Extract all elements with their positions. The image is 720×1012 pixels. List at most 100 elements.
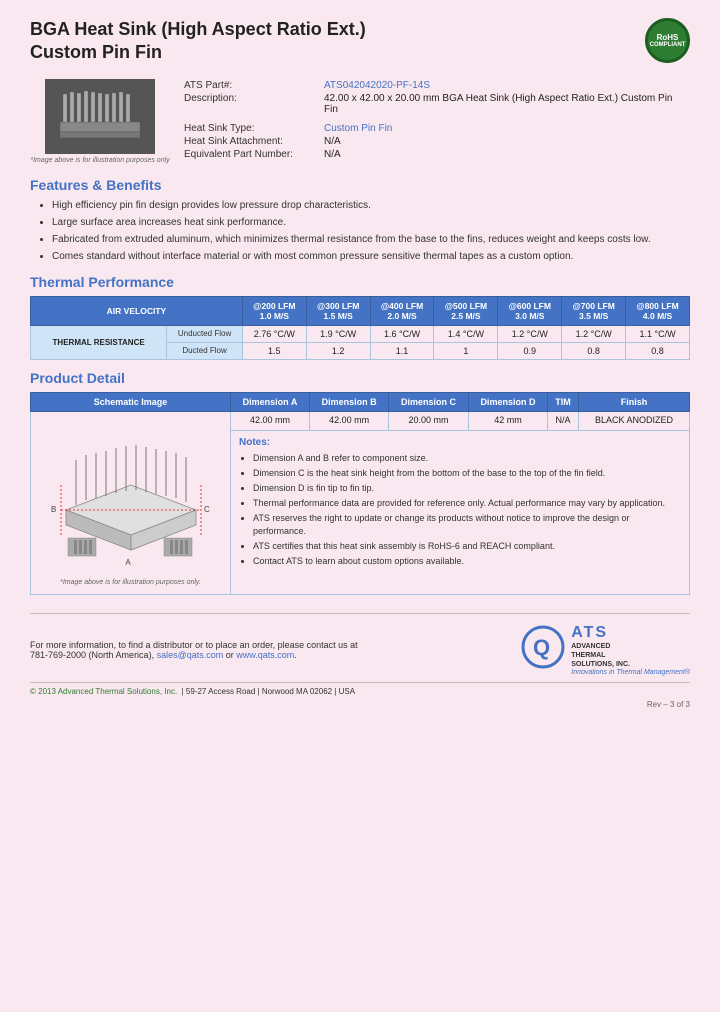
note-item: Dimension A and B refer to component siz… xyxy=(253,452,681,464)
col-dim-d: Dimension D xyxy=(468,392,547,411)
col-800: @800 LFM4.0 M/S xyxy=(626,296,690,325)
tim-value: N/A xyxy=(548,411,579,430)
col-500: @500 LFM2.5 M/S xyxy=(434,296,498,325)
col-dim-b: Dimension B xyxy=(309,392,388,411)
ducted-v1: 1.5 xyxy=(242,342,306,359)
ducted-v7: 0.8 xyxy=(626,342,690,359)
note-item: Dimension D is fin tip to fin tip. xyxy=(253,482,681,494)
footer-contact: For more information, to find a distribu… xyxy=(30,640,358,660)
col-300: @300 LFM1.5 M/S xyxy=(306,296,370,325)
dim-d-value: 42 mm xyxy=(468,411,547,430)
footer-bottom: © 2013 Advanced Thermal Solutions, Inc. … xyxy=(30,682,690,696)
features-list: High efficiency pin fin design provides … xyxy=(30,199,690,264)
equiv-label: Equivalent Part Number: xyxy=(180,148,320,161)
col-400: @400 LFM2.0 M/S xyxy=(370,296,434,325)
unducted-v2: 1.9 °C/W xyxy=(306,325,370,342)
footer-copyright: © 2013 Advanced Thermal Solutions, Inc. xyxy=(30,687,177,696)
col-600: @600 LFM3.0 M/S xyxy=(498,296,562,325)
footer-email-link[interactable]: sales@qats.com xyxy=(157,650,224,660)
svg-text:B: B xyxy=(51,505,56,514)
ats-text-block: ATS ADVANCEDTHERMALSOLUTIONS, INC. Innov… xyxy=(571,624,690,676)
spec-table: ATS Part#: ATS042042020-PF-14S Descripti… xyxy=(180,79,690,161)
col-200: @200 LFM1.0 M/S xyxy=(242,296,306,325)
col-dim-c: Dimension C xyxy=(389,392,468,411)
schematic-svg: A B C xyxy=(46,420,216,575)
schematic-cell: A B C *Image above is for illustration p… xyxy=(31,411,231,594)
dim-b-value: 42.00 mm xyxy=(309,411,388,430)
col-tim: TIM xyxy=(548,392,579,411)
thermal-table: AIR VELOCITY @200 LFM1.0 M/S @300 LFM1.5… xyxy=(30,296,690,360)
col-schematic: Schematic Image xyxy=(31,392,231,411)
equiv-value: N/A xyxy=(320,148,690,161)
ducted-v5: 0.9 xyxy=(498,342,562,359)
feature-item: Fabricated from extruded aluminum, which… xyxy=(52,233,690,247)
attach-label: Heat Sink Attachment: xyxy=(180,135,320,148)
unducted-v5: 1.2 °C/W xyxy=(498,325,562,342)
ducted-v6: 0.8 xyxy=(562,342,626,359)
image-caption: *Image above is for illustration purpose… xyxy=(30,157,169,164)
feature-item: Comes standard without interface materia… xyxy=(52,250,690,264)
ducted-v3: 1.1 xyxy=(370,342,434,359)
specs-area: ATS Part#: ATS042042020-PF-14S Descripti… xyxy=(170,79,690,167)
heatsink-illustration xyxy=(50,84,150,149)
ats-logo: Q ATS ADVANCEDTHERMALSOLUTIONS, INC. Inn… xyxy=(521,624,690,676)
thermal-resistance-label: THERMAL RESISTANCE xyxy=(31,325,167,359)
schematic-caption: *Image above is for illustration purpose… xyxy=(39,579,222,586)
ats-q-letter: Q xyxy=(521,625,565,675)
svg-text:A: A xyxy=(125,558,131,567)
product-image xyxy=(45,79,155,154)
notes-title: Notes: xyxy=(239,437,681,448)
note-item: ATS certifies that this heat sink assemb… xyxy=(253,540,681,552)
footer-website-link[interactable]: www.qats.com xyxy=(236,650,294,660)
col-finish: Finish xyxy=(578,392,689,411)
col-700: @700 LFM3.5 M/S xyxy=(562,296,626,325)
ats-full-name: ADVANCEDTHERMALSOLUTIONS, INC. xyxy=(571,642,690,669)
page-number: Rev – 3 of 3 xyxy=(30,700,690,709)
unducted-v3: 1.6 °C/W xyxy=(370,325,434,342)
note-item: Contact ATS to learn about custom option… xyxy=(253,555,681,567)
header-row: *Image above is for illustration purpose… xyxy=(30,79,690,167)
ducted-v4: 1 xyxy=(434,342,498,359)
attach-value: N/A xyxy=(320,135,690,148)
note-item: Thermal performance data are provided fo… xyxy=(253,497,681,509)
part-value: ATS042042020-PF-14S xyxy=(320,79,690,92)
ducted-v2: 1.2 xyxy=(306,342,370,359)
notes-cell: Notes: Dimension A and B refer to compon… xyxy=(231,430,690,594)
unducted-v1: 2.76 °C/W xyxy=(242,325,306,342)
rohs-badge: RoHS COMPLIANT xyxy=(645,18,690,63)
type-value: Custom Pin Fin xyxy=(320,122,690,135)
unducted-v6: 1.2 °C/W xyxy=(562,325,626,342)
ats-tagline: Innovations in Thermal Management® xyxy=(571,669,690,676)
unducted-label: Unducted Flow xyxy=(167,325,243,342)
product-detail-heading: Product Detail xyxy=(30,370,690,386)
footer-divider xyxy=(30,613,690,614)
note-item: Dimension C is the heat sink height from… xyxy=(253,467,681,479)
unducted-v7: 1.1 °C/W xyxy=(626,325,690,342)
product-image-area: *Image above is for illustration purpose… xyxy=(30,79,170,164)
feature-item: Large surface area increases heat sink p… xyxy=(52,216,690,230)
finish-value: BLACK ANODIZED xyxy=(578,411,689,430)
features-heading: Features & Benefits xyxy=(30,177,690,193)
dim-c-value: 20.00 mm xyxy=(389,411,468,430)
desc-label: Description: xyxy=(180,92,320,116)
note-item: ATS reserves the right to update or chan… xyxy=(253,512,681,536)
thermal-heading: Thermal Performance xyxy=(30,274,690,290)
page-title: BGA Heat Sink (High Aspect Ratio Ext.) C… xyxy=(30,18,366,65)
col-dim-a: Dimension A xyxy=(231,392,310,411)
feature-item: High efficiency pin fin design provides … xyxy=(52,199,690,213)
desc-value: 42.00 x 42.00 x 20.00 mm BGA Heat Sink (… xyxy=(320,92,690,116)
type-label: Heat Sink Type: xyxy=(180,122,320,135)
footer-left: For more information, to find a distribu… xyxy=(30,640,358,660)
svg-text:Q: Q xyxy=(533,635,550,660)
ats-name: ATS xyxy=(571,624,690,642)
detail-table: Schematic Image Dimension A Dimension B … xyxy=(30,392,690,595)
footer-area: For more information, to find a distribu… xyxy=(30,624,690,676)
ducted-label: Ducted Flow xyxy=(167,342,243,359)
ats-q-svg: Q xyxy=(521,625,565,669)
air-velocity-header: AIR VELOCITY xyxy=(31,296,243,325)
part-label: ATS Part#: xyxy=(180,79,320,92)
svg-text:C: C xyxy=(204,505,210,514)
notes-list: Dimension A and B refer to component siz… xyxy=(239,452,681,567)
dim-a-value: 42.00 mm xyxy=(231,411,310,430)
footer-address: 59-27 Access Road | Norwood MA 02062 | U… xyxy=(186,687,355,696)
